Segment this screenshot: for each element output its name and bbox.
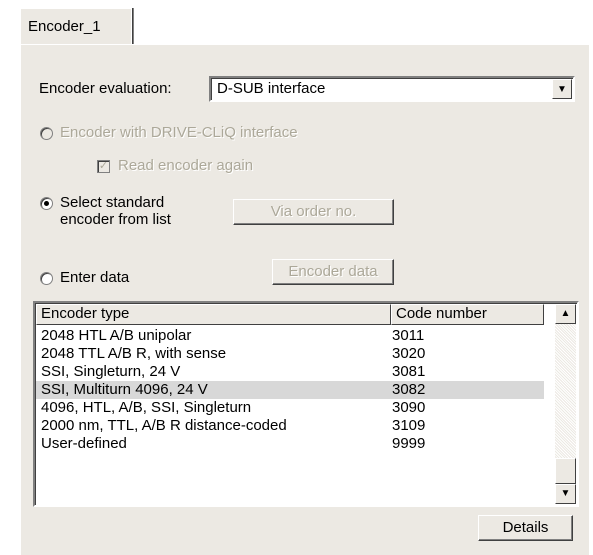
table-row[interactable]: 2048 TTL A/B R, with sense 3020 xyxy=(36,345,544,363)
table-row[interactable]: 2000 nm, TTL, A/B R distance-coded 3109 xyxy=(36,417,544,435)
encoder-type-cell: 4096, HTL, A/B, SSI, Singleturn xyxy=(41,399,252,416)
encoder-type-cell: 2048 HTL A/B unipolar xyxy=(41,327,192,344)
table-row[interactable]: 4096, HTL, A/B, SSI, Singleturn 3090 xyxy=(36,399,544,417)
radio-standard-encoder[interactable] xyxy=(40,197,53,210)
read-encoder-again-checkbox[interactable]: ✓ xyxy=(97,160,110,173)
enter-data-label: Enter data xyxy=(60,269,130,286)
scroll-up-icon[interactable]: ▲ xyxy=(555,304,576,324)
encoder-type-cell: SSI, Multiturn 4096, 24 V xyxy=(41,381,208,398)
code-number-cell: 3081 xyxy=(392,363,426,380)
table-row[interactable]: 2048 HTL A/B unipolar 3011 xyxy=(36,327,544,345)
column-header-code-number[interactable]: Code number xyxy=(391,304,544,325)
table-row[interactable]: User-defined 9999 xyxy=(36,435,544,453)
standard-label-line1: Select standard xyxy=(60,194,165,211)
code-number-cell: 9999 xyxy=(392,435,426,452)
vertical-scrollbar[interactable]: ▲ ▼ xyxy=(555,304,576,504)
encoder-evaluation-label: Encoder evaluation: xyxy=(39,80,172,97)
read-encoder-again-label: Read encoder again xyxy=(118,157,254,174)
encoder-type-cell: User-defined xyxy=(41,435,127,452)
tab-label: Encoder_1 xyxy=(28,18,101,35)
encoder-dialog: Encoder_1 Encoder evaluation: D-SUB inte… xyxy=(0,0,593,555)
scroll-down-icon[interactable]: ▼ xyxy=(555,484,576,504)
code-number-cell: 3011 xyxy=(392,327,425,344)
encoder-data-button[interactable]: Encoder data xyxy=(272,259,394,285)
drivecliq-label: Encoder with DRIVE-CLiQ interface xyxy=(60,124,298,141)
code-number-cell: 3020 xyxy=(392,345,426,362)
radio-drivecliq[interactable] xyxy=(40,127,53,140)
via-order-no-button[interactable]: Via order no. xyxy=(233,199,394,225)
radio-enter-data[interactable] xyxy=(40,272,53,285)
details-button[interactable]: Details xyxy=(478,515,573,541)
standard-label-line2: encoder from list xyxy=(60,211,171,228)
code-number-cell: 3082 xyxy=(392,381,426,398)
encoder-panel: Encoder evaluation: D-SUB interface ▼ En… xyxy=(20,44,589,555)
encoder-evaluation-select[interactable]: D-SUB interface ▼ xyxy=(209,76,575,102)
tab-encoder-1[interactable]: Encoder_1 xyxy=(20,8,132,45)
table-row[interactable]: SSI, Singleturn, 24 V 3081 xyxy=(36,363,544,381)
encoder-evaluation-value: D-SUB interface xyxy=(217,80,326,97)
radio-selected-dot xyxy=(44,201,49,206)
scrollbar-thumb[interactable] xyxy=(555,458,576,484)
chevron-down-icon[interactable]: ▼ xyxy=(552,79,572,99)
code-number-cell: 3090 xyxy=(392,399,426,416)
standard-encoder-label: Select standard encoder from list xyxy=(60,194,171,228)
code-number-cell: 3109 xyxy=(392,417,426,434)
encoder-list[interactable]: Encoder type Code number 2048 HTL A/B un… xyxy=(33,301,579,507)
encoder-type-cell: 2000 nm, TTL, A/B R distance-coded xyxy=(41,417,287,434)
encoder-type-cell: 2048 TTL A/B R, with sense xyxy=(41,345,227,362)
table-row-selected[interactable]: SSI, Multiturn 4096, 24 V 3082 xyxy=(36,381,544,399)
encoder-type-cell: SSI, Singleturn, 24 V xyxy=(41,363,181,380)
column-header-encoder-type[interactable]: Encoder type xyxy=(36,304,391,325)
